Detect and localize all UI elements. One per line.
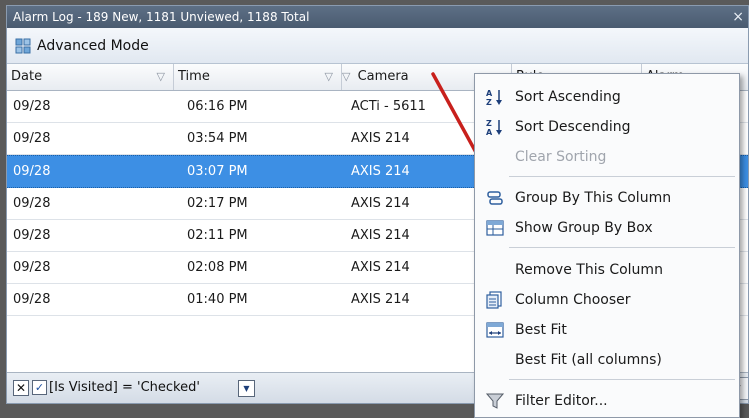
menu-item-best-fit-all[interactable]: Best Fit (all columns): [475, 345, 739, 375]
cell-date: 09/28: [13, 99, 51, 114]
filter-dropdown-icon[interactable]: ▼: [238, 380, 255, 397]
menu-item-sort-descending[interactable]: Z A Sort Descending: [475, 112, 739, 142]
menu-item-label: Clear Sorting: [515, 149, 607, 165]
advanced-mode-label: Advanced Mode: [37, 38, 149, 54]
cell-time: 01:40 PM: [187, 292, 248, 307]
menu-separator: [509, 379, 735, 380]
title-bar[interactable]: Alarm Log - 189 New, 1181 Unviewed, 1188…: [7, 6, 748, 28]
cell-camera: AXIS 214: [351, 164, 410, 179]
cell-camera: AXIS 214: [351, 260, 410, 275]
column-header-label: Time: [178, 69, 210, 84]
grid-mode-icon: [15, 38, 31, 54]
cell-camera: AXIS 214: [351, 292, 410, 307]
menu-item-label: Sort Descending: [515, 119, 631, 135]
menu-item-remove-column[interactable]: Remove This Column: [475, 255, 739, 285]
menu-item-best-fit[interactable]: Best Fit: [475, 315, 739, 345]
column-chooser-icon: [486, 291, 502, 309]
filter-enabled-checkbox[interactable]: ✓: [32, 380, 47, 395]
menu-item-label: Column Chooser: [515, 292, 631, 308]
filter-arrow-icon[interactable]: ▽: [342, 70, 350, 83]
column-header-label: Camera: [357, 69, 409, 84]
clear-filter-icon[interactable]: ✕: [13, 380, 29, 396]
group-by-box-icon: [486, 220, 504, 236]
filter-funnel-icon: [486, 393, 504, 409]
menu-item-group-by-column[interactable]: Group By This Column: [475, 183, 739, 213]
menu-separator: [509, 176, 735, 177]
cell-camera: AXIS 214: [351, 228, 410, 243]
advanced-mode-button[interactable]: Advanced Mode: [15, 35, 149, 57]
menu-item-label: Show Group By Box: [515, 220, 653, 236]
menu-item-label: Filter Editor...: [515, 393, 608, 409]
menu-item-column-chooser[interactable]: Column Chooser: [475, 285, 739, 315]
cell-time: 02:08 PM: [187, 260, 248, 275]
filter-expression[interactable]: [Is Visited] = 'Checked': [49, 373, 200, 403]
cell-date: 09/28: [13, 131, 51, 146]
cell-time: 03:07 PM: [187, 164, 248, 179]
menu-item-sort-ascending[interactable]: A Z Sort Ascending: [475, 82, 739, 112]
cell-camera: AXIS 214: [351, 196, 410, 211]
column-header-label: Date: [11, 69, 43, 84]
cell-date: 09/28: [13, 260, 51, 275]
menu-item-filter-editor[interactable]: Filter Editor...: [475, 386, 739, 416]
cell-time: 03:54 PM: [187, 131, 248, 146]
group-by-column-icon: [487, 191, 503, 205]
menu-item-show-group-by-box[interactable]: Show Group By Box: [475, 213, 739, 243]
cell-time: 02:17 PM: [187, 196, 248, 211]
svg-text:Z: Z: [486, 119, 492, 128]
cell-time: 06:16 PM: [187, 99, 248, 114]
svg-text:Z: Z: [486, 98, 492, 106]
cell-date: 09/28: [13, 196, 51, 211]
sort-descending-icon: Z A: [486, 119, 502, 136]
cell-time: 02:11 PM: [187, 228, 248, 243]
best-fit-icon: [486, 322, 504, 338]
sort-ascending-icon: A Z: [486, 89, 502, 106]
filter-arrow-icon[interactable]: ▽: [157, 64, 165, 90]
toolbar: Advanced Mode: [7, 28, 748, 64]
menu-item-clear-sorting: Clear Sorting: [475, 142, 739, 172]
cell-date: 09/28: [13, 164, 51, 179]
svg-text:A: A: [486, 89, 493, 98]
cell-camera: ACTi - 5611: [351, 99, 426, 114]
close-icon[interactable]: ×: [732, 6, 744, 28]
svg-text:A: A: [486, 128, 493, 136]
menu-item-label: Best Fit (all columns): [515, 352, 662, 368]
menu-separator: [509, 247, 735, 248]
window-title: Alarm Log - 189 New, 1181 Unviewed, 1188…: [13, 10, 310, 24]
column-context-menu: A Z Sort Ascending Z A Sort Descending C…: [474, 73, 740, 418]
cell-date: 09/28: [13, 228, 51, 243]
menu-item-label: Sort Ascending: [515, 89, 621, 105]
menu-item-label: Group By This Column: [515, 190, 672, 206]
cell-camera: AXIS 214: [351, 131, 410, 146]
menu-item-label: Remove This Column: [515, 262, 663, 278]
menu-item-label: Best Fit: [515, 322, 567, 338]
column-header-date[interactable]: Date ▽: [7, 64, 174, 90]
column-header-time[interactable]: Time ▽: [174, 64, 342, 90]
cell-date: 09/28: [13, 292, 51, 307]
filter-arrow-icon[interactable]: ▽: [325, 64, 333, 90]
